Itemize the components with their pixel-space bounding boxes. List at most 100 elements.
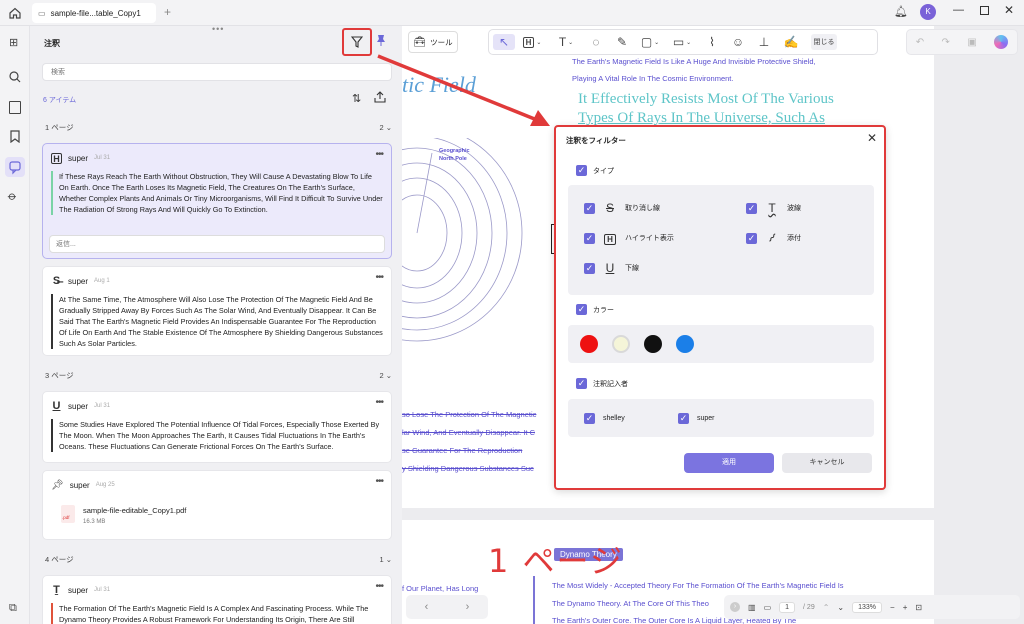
annotation-card[interactable]: S̶ super Aug 1 ••• At The Same Time, The… [42, 266, 392, 356]
diagram-label: North Pole [439, 156, 467, 162]
page-down-icon[interactable]: ⌄ [837, 603, 844, 612]
bookmark-icon[interactable] [9, 130, 21, 144]
sort-icon[interactable]: ⇅ [352, 92, 361, 105]
checkbox[interactable]: ✓ [746, 202, 757, 214]
ai-assistant-icon[interactable] [994, 35, 1009, 49]
type-option-wavy[interactable]: ✓ T 波線 [746, 201, 801, 215]
more-options-icon[interactable]: ••• [375, 272, 383, 283]
annotation-card[interactable]: 📌︎ super Aug 25 ••• .pdf sample-file-edi… [42, 470, 392, 540]
annotation-card[interactable]: H super Jul 31 ••• If These Rays Reach T… [42, 143, 392, 259]
checkbox[interactable]: ✓ [584, 202, 595, 214]
cancel-button[interactable]: キャンセル [782, 453, 872, 473]
apply-button[interactable]: 適用 [684, 453, 774, 473]
magnetic-field-diagram [402, 138, 523, 342]
underline-icon: U [605, 261, 615, 275]
section-page-4[interactable]: 4 ページ 1 ⌄ [45, 552, 392, 566]
sticker-tool-button[interactable]: ☺ [725, 34, 751, 50]
type-option-attachment[interactable]: ✓ ⌇ 添付 [746, 231, 801, 245]
home-icon[interactable] [8, 6, 22, 20]
type-option-strikethrough[interactable]: ✓ S 取り消し線 [584, 201, 660, 215]
comment-tool-button[interactable]: ◌ [583, 34, 609, 50]
thumbnails-icon[interactable]: ⊞ [9, 36, 18, 49]
checkbox[interactable]: ✓ [584, 232, 595, 244]
stamp-tool-button[interactable]: ⊥ [751, 34, 777, 50]
more-options-icon[interactable]: ••• [375, 149, 383, 160]
comment-icon[interactable] [5, 157, 25, 177]
color-swatch-cream[interactable] [612, 335, 630, 353]
author-option-shelley[interactable]: ✓ shelley [584, 413, 625, 424]
checkbox[interactable]: ✓ [584, 262, 595, 274]
maximize-button[interactable] [980, 6, 989, 15]
more-options-icon[interactable]: ••• [375, 476, 383, 487]
present-icon[interactable]: ▭ [764, 603, 772, 612]
search-input[interactable] [42, 63, 392, 81]
history-toolbar: ↶ ↷ ▣ [906, 29, 1018, 55]
page-total: / 29 [803, 603, 815, 611]
undo-icon[interactable]: ↶ [916, 37, 924, 48]
color-group-toggle[interactable]: ✓ カラー [576, 304, 614, 315]
document-text: The Most Widely - Accepted Theory For Th… [552, 581, 844, 590]
textbox-tool-button[interactable]: ▭ ⌄ [665, 34, 699, 50]
page-up-icon[interactable]: ⌃ [823, 603, 830, 612]
annotation-card[interactable]: Ṯ super Jul 31 ••• The Formation Of The … [42, 575, 392, 624]
checkbox[interactable]: ✓ [576, 304, 587, 315]
fit-page-icon[interactable]: ⊡ [915, 603, 922, 612]
file-ext: .pdf [62, 515, 70, 520]
more-options-icon[interactable]: ••• [375, 397, 383, 408]
author-group-toggle[interactable]: ✓ 注釈記入者 [576, 378, 628, 389]
search-icon[interactable] [9, 71, 21, 83]
collapse-icon[interactable]: › [730, 602, 740, 612]
zoom-level[interactable]: 133% [852, 601, 883, 613]
attachment-name[interactable]: sample-file-editable_Copy1.pdf [83, 506, 186, 515]
status-bar: › ▥ ▭ 1 / 29 ⌃ ⌄ 133% − + ⊡ [724, 595, 1020, 619]
save-icon[interactable]: ▣ [967, 37, 976, 48]
signature-tool-button[interactable]: ✍ [777, 34, 805, 50]
avatar[interactable]: K [920, 4, 936, 20]
layers-icon[interactable]: ⧉ [9, 602, 17, 615]
shape-tool-button[interactable]: ▢ ⌄ [635, 34, 665, 50]
attachment-icon[interactable]: ⌀ [5, 188, 20, 203]
color-swatch-black[interactable] [644, 335, 662, 353]
attachment-size: 16.3 MB [83, 519, 106, 525]
highlight-icon: H [603, 231, 617, 245]
pencil-tool-button[interactable]: ✎ [609, 34, 635, 50]
type-group-toggle[interactable]: ✓ タイプ [576, 165, 614, 176]
type-option-highlight[interactable]: ✓ H ハイライト表示 [584, 231, 674, 245]
section-page-3[interactable]: 3 ページ 2 ⌄ [45, 368, 392, 382]
redo-icon[interactable]: ↷ [942, 37, 950, 48]
document-tab[interactable]: ▭ sample-file...table_Copy1 [32, 3, 156, 23]
checkbox[interactable]: ✓ [678, 413, 689, 424]
color-swatch-red[interactable] [580, 335, 598, 353]
checkbox[interactable]: ✓ [746, 232, 757, 244]
filter-button[interactable] [342, 28, 372, 56]
annotation-card[interactable]: U super Jul 31 ••• Some Studies Have Exp… [42, 391, 392, 463]
type-option-label: ハイライト表示 [625, 235, 674, 242]
checkbox[interactable]: ✓ [576, 378, 587, 389]
next-icon[interactable]: › [466, 601, 470, 613]
minimize-button[interactable]: — [953, 4, 964, 16]
reply-input[interactable] [49, 235, 385, 253]
type-option-underline[interactable]: ✓ U 下線 [584, 261, 639, 275]
close-toolbar-button[interactable]: 閉じる [811, 34, 837, 50]
close-window-button[interactable]: ✕ [1004, 3, 1014, 17]
prev-icon[interactable]: ‹ [425, 601, 429, 613]
pages-icon[interactable] [9, 101, 21, 114]
page-number-input[interactable]: 1 [779, 601, 796, 613]
drag-handle[interactable]: ••• [212, 26, 224, 34]
page-nav-left: ‹ › [406, 595, 488, 619]
zoom-in-icon[interactable]: + [903, 603, 908, 612]
checkbox[interactable]: ✓ [584, 413, 595, 424]
author-option-super[interactable]: ✓ super [678, 413, 715, 424]
zoom-out-icon[interactable]: − [890, 603, 895, 612]
more-options-icon[interactable]: ••• [375, 581, 383, 592]
author-option-label: shelley [603, 415, 625, 422]
bell-icon[interactable]: 🔔︎ [894, 5, 908, 18]
highlight-icon: H [51, 152, 62, 164]
checkbox[interactable]: ✓ [576, 165, 587, 176]
section-page-1[interactable]: 1 ページ 2 ⌄ [45, 120, 392, 134]
new-tab-button[interactable]: + [164, 5, 171, 19]
attach-tool-button[interactable]: ⌇ [699, 34, 725, 50]
layout-icon[interactable]: ▥ [748, 603, 756, 612]
color-swatch-blue[interactable] [676, 335, 694, 353]
dialog-close-icon[interactable]: ✕ [867, 131, 877, 145]
